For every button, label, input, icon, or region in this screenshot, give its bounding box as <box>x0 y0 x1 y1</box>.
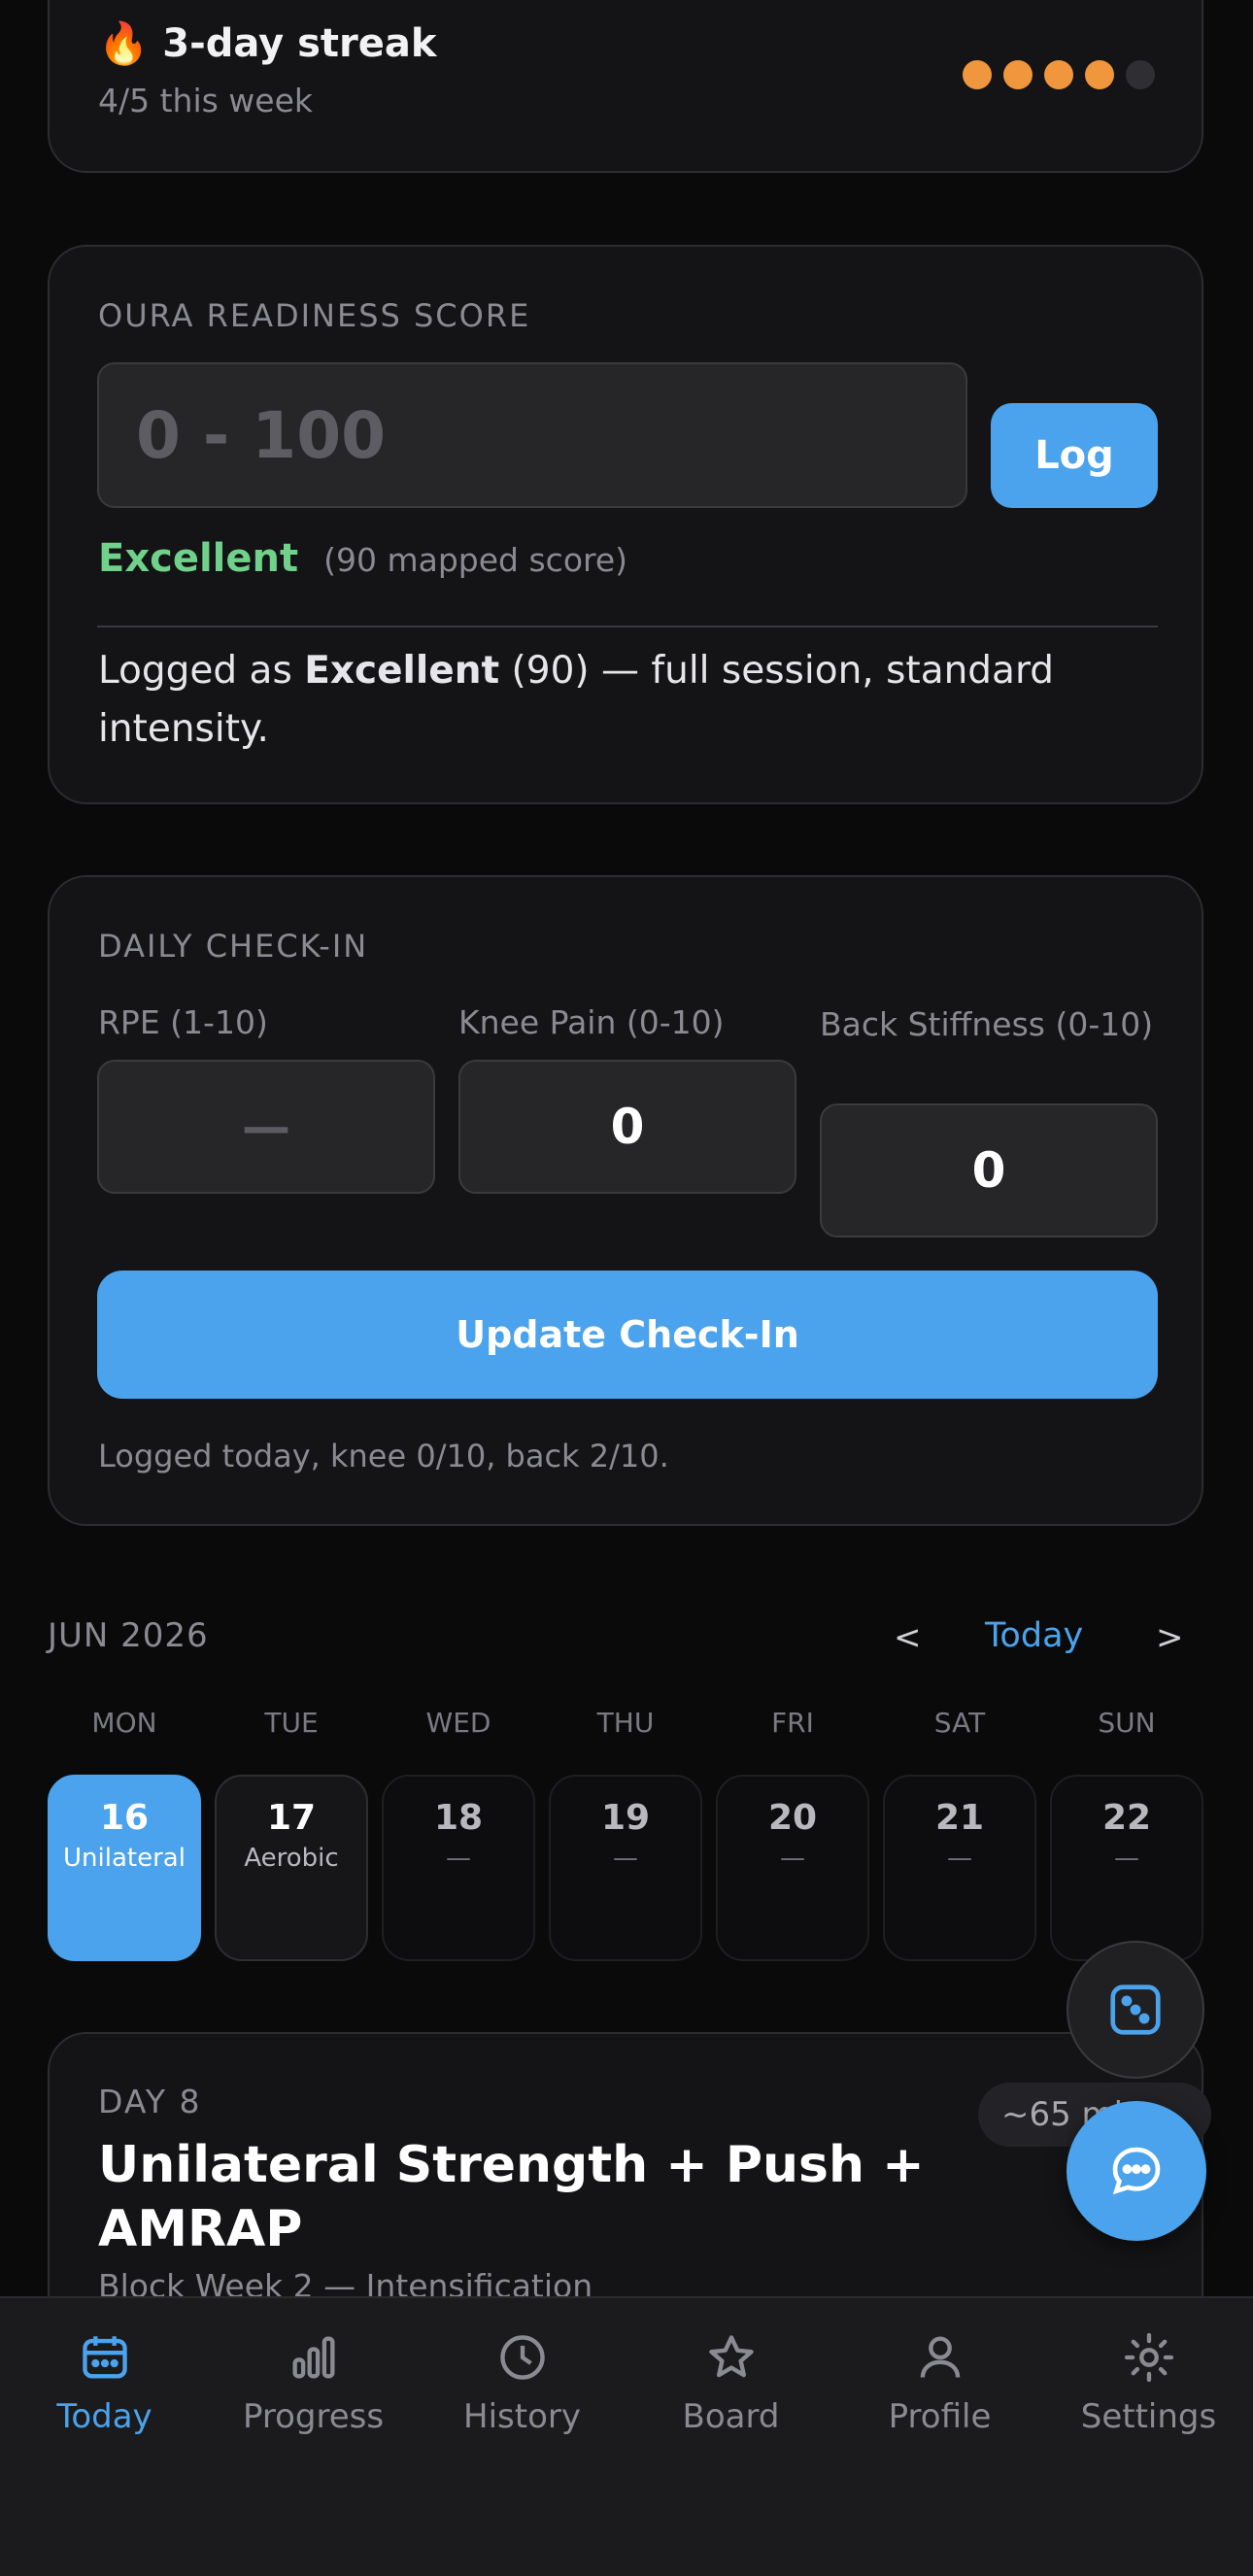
workout-title-line-1: Unilateral Strength + Push + <box>98 2136 925 2194</box>
readiness-card: OURA READINESS SCORE 0 - 100 Log Excelle… <box>48 245 1203 804</box>
person-icon <box>920 2336 960 2378</box>
day-workout: Unilateral <box>63 1844 186 1873</box>
knee-value: 0 <box>610 1099 645 1155</box>
readiness-rating-row: Excellent (90 mapped score) <box>98 536 627 581</box>
day-workout: — <box>1114 1844 1139 1873</box>
logged-rating: Excellent <box>304 649 500 693</box>
workout-title: Unilateral Strength + Push + AMRAP <box>98 2133 925 2261</box>
streak-dot <box>1044 60 1073 89</box>
chat-icon <box>1112 2147 1161 2195</box>
day-number: 21 <box>934 1798 985 1838</box>
nav-label: Today <box>56 2397 152 2436</box>
readiness-input-placeholder: 0 - 100 <box>136 397 387 473</box>
weekday-label: SAT <box>933 1707 986 1739</box>
streak-title-row: 🔥 3-day streak <box>98 19 437 68</box>
day-cell[interactable]: 18 — <box>382 1775 535 1961</box>
day-workout: — <box>947 1844 972 1873</box>
workout-day-label: DAY 8 <box>98 2083 202 2120</box>
fire-icon: 🔥 <box>98 19 150 67</box>
nav-settings[interactable]: Settings <box>1044 2329 1253 2436</box>
dice-fab[interactable] <box>1067 1941 1204 2079</box>
back-value: 0 <box>971 1142 1006 1199</box>
streak-title: 3-day streak <box>162 21 437 66</box>
weekday-label: THU <box>596 1707 655 1739</box>
knee-input[interactable]: 0 <box>458 1060 796 1194</box>
calendar-month: JUN 2026 <box>48 1616 209 1655</box>
weekday-label: SUN <box>1098 1707 1156 1739</box>
day-number: 16 <box>99 1798 150 1838</box>
checkin-card: DAILY CHECK-IN RPE (1-10) — Knee Pain (0… <box>48 875 1203 1526</box>
day-number: 17 <box>266 1798 317 1838</box>
readiness-heading: OURA READINESS SCORE <box>98 297 531 334</box>
nav-label: Settings <box>1080 2397 1217 2436</box>
gear-icon <box>1124 2332 1173 2383</box>
streak-subtitle: 4/5 this week <box>98 82 314 119</box>
day-number: 20 <box>767 1798 818 1838</box>
weekday-label: MON <box>91 1707 157 1739</box>
day-workout: Aerobic <box>244 1844 339 1873</box>
day-workout: — <box>446 1844 471 1873</box>
weekday-label: WED <box>425 1707 491 1739</box>
prev-week-button[interactable]: < <box>894 1618 922 1657</box>
back-label: Back Stiffness (0-10) <box>820 1005 1154 1043</box>
streak-card: 🔥 3-day streak 4/5 this week <box>48 0 1203 173</box>
streak-dot <box>963 60 992 89</box>
day-cell[interactable]: 21 — <box>883 1775 1036 1961</box>
star-icon <box>708 2335 754 2378</box>
dice-icon <box>1110 1984 1161 2035</box>
next-week-button[interactable]: > <box>1156 1618 1184 1657</box>
readiness-rating: Excellent <box>98 536 299 581</box>
readiness-input[interactable]: 0 - 100 <box>97 362 967 508</box>
checkin-status: Logged today, knee 0/10, back 2/10. <box>98 1438 669 1474</box>
readiness-logged-text: Logged as Excellent (90) — full session,… <box>98 642 1157 759</box>
nav-label: Progress <box>242 2397 385 2436</box>
nav-progress[interactable]: Progress <box>209 2329 418 2436</box>
knee-label: Knee Pain (0-10) <box>458 1003 725 1041</box>
nav-profile[interactable]: Profile <box>835 2329 1044 2436</box>
day-cell[interactable]: 17 Aerobic <box>215 1775 368 1961</box>
day-cell[interactable]: 19 — <box>549 1775 702 1961</box>
nav-history[interactable]: History <box>418 2329 626 2436</box>
streak-dot <box>1126 60 1155 89</box>
day-number: 18 <box>433 1798 484 1838</box>
nav-label: Board <box>682 2397 780 2436</box>
checkin-heading: DAILY CHECK-IN <box>98 928 369 965</box>
streak-dots <box>963 60 1155 89</box>
nav-label: History <box>463 2397 581 2436</box>
nav-today[interactable]: Today <box>0 2329 209 2436</box>
nav-label: Profile <box>888 2397 992 2436</box>
chat-fab[interactable] <box>1067 2101 1206 2241</box>
rpe-label: RPE (1-10) <box>98 1003 268 1041</box>
weekday-label: FRI <box>771 1707 814 1739</box>
day-cell[interactable]: 20 — <box>716 1775 869 1961</box>
day-number: 22 <box>1101 1798 1152 1838</box>
update-checkin-button[interactable]: Update Check-In <box>97 1271 1158 1399</box>
rpe-input[interactable]: — <box>97 1060 435 1194</box>
workout-title-line-2: AMRAP <box>98 2200 303 2258</box>
day-number: 19 <box>600 1798 651 1838</box>
readiness-mapped: (90 mapped score) <box>323 541 628 579</box>
streak-dot <box>1003 60 1033 89</box>
day-cell-selected[interactable]: 16 Unilateral <box>48 1775 201 1961</box>
divider <box>97 626 1158 627</box>
today-button[interactable]: Today <box>985 1616 1083 1655</box>
day-cell[interactable]: 22 — <box>1050 1775 1203 1961</box>
clock-icon <box>499 2335 545 2380</box>
nav-board[interactable]: Board <box>626 2329 835 2436</box>
calendar-icon <box>82 2336 127 2379</box>
day-workout: — <box>613 1844 638 1873</box>
bar-chart-icon <box>291 2336 335 2379</box>
logged-prefix: Logged as <box>98 649 305 693</box>
back-input[interactable]: 0 <box>820 1103 1158 1237</box>
day-workout: — <box>780 1844 805 1873</box>
log-button[interactable]: Log <box>991 403 1158 508</box>
weekday-label: TUE <box>264 1707 319 1739</box>
rpe-value: — <box>242 1099 290 1155</box>
streak-dot <box>1085 60 1114 89</box>
